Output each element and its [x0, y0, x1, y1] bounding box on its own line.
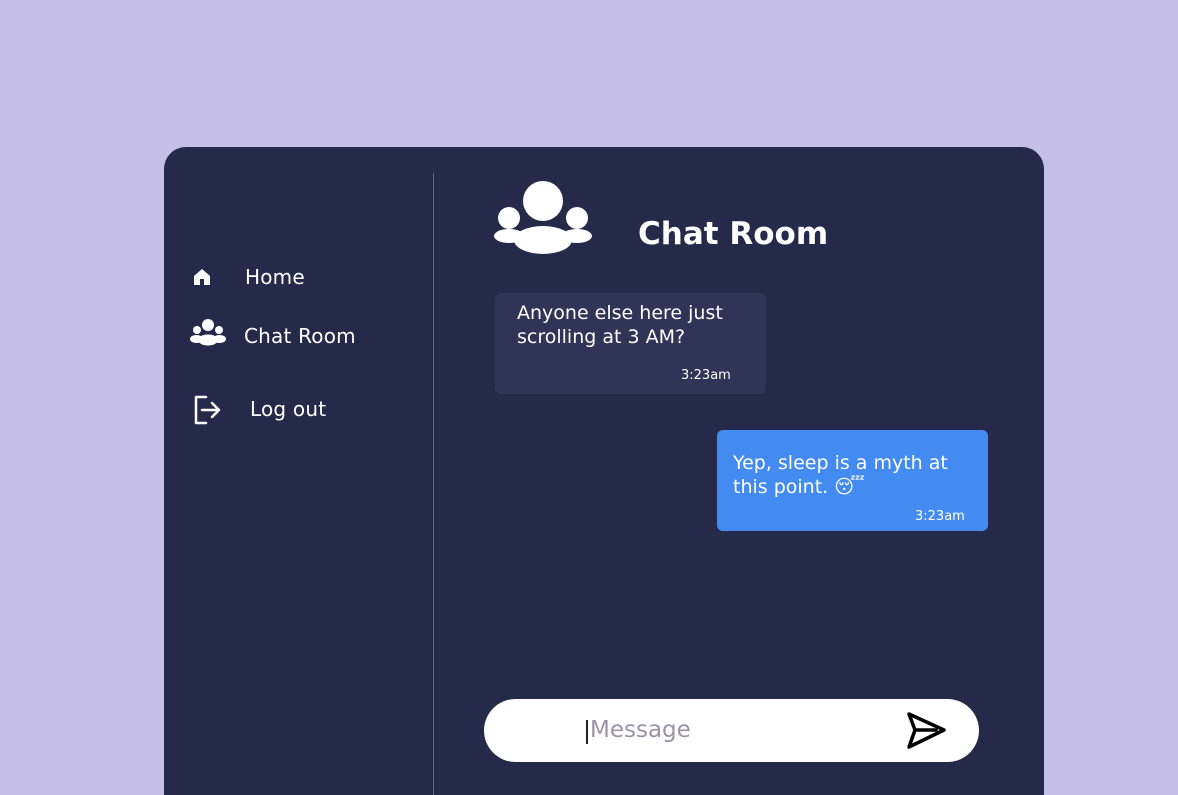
message-time: 3:23am	[915, 509, 965, 524]
sidebar-item-logout[interactable]: Log out	[164, 389, 424, 429]
chat-room-users-icon	[494, 180, 592, 254]
users-icon	[190, 317, 226, 351]
sidebar-item-label-chat-room: Chat Room	[244, 324, 356, 348]
page-title: Chat Room	[638, 215, 829, 252]
outgoing-message: Yep, sleep is a myth at this point. 😴 3:…	[717, 430, 988, 531]
incoming-message: Anyone else here just scrolling at 3 AM?…	[495, 293, 766, 394]
chat-app-window: Home Chat Room Log out Chat Room Anyone …	[164, 147, 1044, 795]
chat-main-panel: Chat Room Anyone else here just scrollin…	[434, 147, 1044, 795]
send-icon	[905, 712, 949, 755]
message-composer	[484, 699, 979, 762]
sidebar: Home Chat Room Log out	[164, 147, 434, 795]
home-icon	[193, 268, 211, 290]
sidebar-item-label-home: Home	[245, 265, 305, 289]
message-text: Yep, sleep is a myth at this point. 😴	[733, 452, 948, 498]
message-time: 3:23am	[681, 368, 731, 383]
sidebar-item-chat-room[interactable]: Chat Room	[164, 316, 424, 356]
logout-icon	[193, 394, 221, 430]
sidebar-item-label-logout: Log out	[250, 397, 327, 421]
message-text: Anyone else here just scrolling at 3 AM?	[517, 302, 723, 348]
sidebar-item-home[interactable]: Home	[164, 257, 424, 297]
message-input[interactable]	[587, 710, 890, 750]
send-button[interactable]	[905, 710, 949, 752]
